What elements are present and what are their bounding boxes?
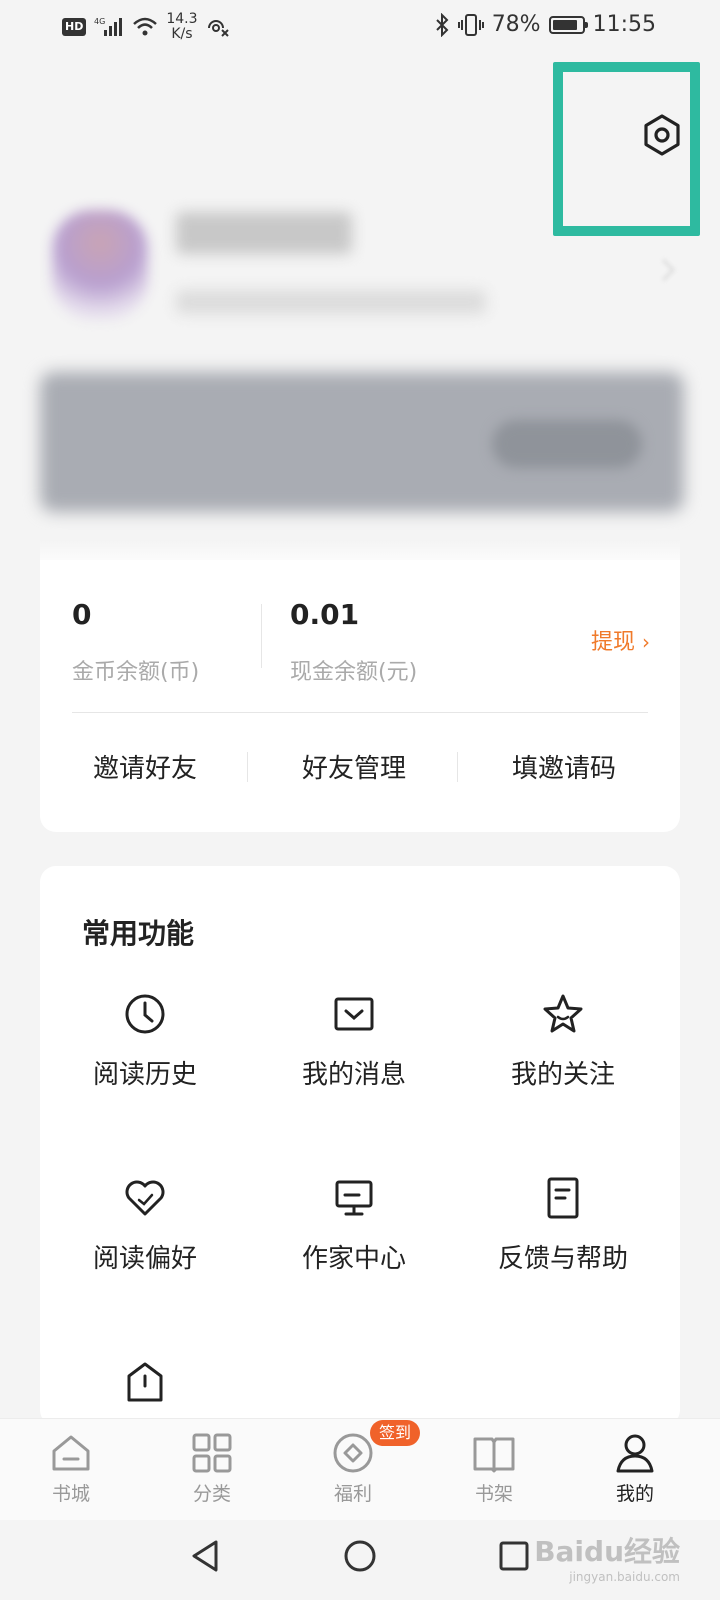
- home-icon: [52, 1435, 90, 1471]
- signal-icon: 4G: [94, 17, 123, 36]
- document-icon: [547, 1177, 579, 1219]
- section-title: 常用功能: [82, 917, 195, 950]
- author-center-item[interactable]: 作家中心: [249, 1176, 459, 1286]
- reading-preferences-item[interactable]: 阅读偏好: [40, 1176, 250, 1286]
- tab-category-label: 分类: [192, 1483, 231, 1505]
- wallet-divider-horizontal: [72, 712, 648, 713]
- reading-history-label: 阅读历史: [92, 1060, 197, 1090]
- tab-mine[interactable]: 我的: [585, 1431, 685, 1506]
- book-icon: [473, 1437, 515, 1473]
- wifi-icon: [133, 17, 158, 36]
- action-separator: [247, 752, 248, 782]
- status-bar: HD 4G 14.3 K/s 78% 11:55: [0, 0, 720, 54]
- clock-time: 11:55: [592, 12, 656, 37]
- coins-label: 金币余额(币): [72, 660, 200, 685]
- common-functions-card: 常用功能 阅读历史 我的消息 我的关注 阅读偏好 作家中心 反馈与帮助: [40, 866, 680, 1426]
- tab-bookshelf-label: 书架: [474, 1483, 513, 1505]
- tab-bookshelf[interactable]: 书架: [444, 1431, 544, 1506]
- grid-icon: [192, 1433, 232, 1473]
- bluetooth-icon: [435, 12, 449, 37]
- battery-icon: [548, 15, 588, 34]
- bottom-tab-bar: 书城 分类 福利 书架 我的: [0, 1418, 720, 1520]
- hotspot-icon: [207, 20, 229, 37]
- watermark-text: Baidu经验: [534, 1535, 680, 1568]
- reading-preferences-label: 阅读偏好: [92, 1244, 197, 1274]
- feedback-help-item[interactable]: 反馈与帮助: [458, 1176, 668, 1286]
- vip-banner-button-blurred[interactable]: [492, 420, 642, 468]
- my-messages-label: 我的消息: [301, 1060, 406, 1090]
- partial-function-item[interactable]: [40, 1360, 250, 1426]
- my-messages-item[interactable]: 我的消息: [249, 992, 459, 1102]
- wallet-card: 0 金币余额(币) 0.01 现金余额(元) 提现 › 邀请好友 好友管理 填邀…: [40, 560, 680, 832]
- person-icon: [616, 1434, 654, 1473]
- wallet-divider: [261, 604, 262, 668]
- speed-unit: K/s: [171, 26, 193, 42]
- hd-badge: HD: [62, 18, 87, 36]
- coin-icon: [333, 1433, 373, 1473]
- network-type: 4G: [94, 17, 105, 26]
- avatar[interactable]: [52, 210, 148, 320]
- speed-value: 14.3: [166, 11, 198, 27]
- cash-value: 0.01: [290, 598, 360, 631]
- message-icon: [334, 997, 374, 1031]
- feedback-help-label: 反馈与帮助: [497, 1244, 628, 1274]
- monitor-icon: [335, 1180, 373, 1216]
- vibrate-icon: [457, 13, 484, 36]
- withdraw-link[interactable]: 提现 ›: [591, 624, 650, 656]
- profile-chevron-icon[interactable]: [652, 258, 676, 282]
- tab-welfare-label: 福利: [333, 1483, 372, 1505]
- heart-check-icon: [125, 1180, 165, 1216]
- battery-percent: 78%: [491, 12, 541, 37]
- settings-icon[interactable]: [640, 113, 684, 157]
- friend-management-button[interactable]: 好友管理: [249, 748, 459, 785]
- shield-alert-icon: [127, 1362, 163, 1402]
- tab-mine-label: 我的: [615, 1483, 654, 1505]
- enter-invite-code-button[interactable]: 填邀请码: [459, 748, 669, 785]
- cash-label: 现金余额(元): [290, 660, 418, 685]
- star-icon: [543, 994, 583, 1033]
- status-left: HD 4G 14.3 K/s: [62, 12, 230, 42]
- action-separator: [457, 752, 458, 782]
- coins-value: 0: [72, 598, 92, 631]
- withdraw-label: 提现: [590, 630, 635, 655]
- my-follows-label: 我的关注: [510, 1060, 615, 1090]
- reading-history-item[interactable]: 阅读历史: [40, 992, 250, 1102]
- clock-icon: [125, 994, 165, 1034]
- home-nav-icon[interactable]: [342, 1538, 378, 1574]
- tab-bookstore[interactable]: 书城: [21, 1431, 121, 1506]
- chevron-right-icon: ›: [642, 630, 650, 654]
- user-subtitle-blurred: [176, 290, 486, 314]
- back-icon[interactable]: [188, 1538, 222, 1574]
- my-follows-item[interactable]: 我的关注: [458, 992, 668, 1102]
- watermark: Baidu经验 jingyan.baidu.com: [534, 1530, 680, 1584]
- network-speed: 14.3 K/s: [166, 12, 197, 42]
- sign-in-badge[interactable]: 签到: [370, 1420, 421, 1446]
- recents-icon[interactable]: [496, 1538, 532, 1574]
- author-center-label: 作家中心: [301, 1244, 406, 1274]
- tab-category[interactable]: 分类: [162, 1431, 262, 1506]
- status-right: 78% 11:55: [434, 12, 656, 37]
- username-blurred: [176, 212, 352, 254]
- tab-bookstore-label: 书城: [51, 1483, 90, 1505]
- watermark-sub: jingyan.baidu.com: [569, 1570, 680, 1584]
- invite-friends-button[interactable]: 邀请好友: [40, 748, 250, 785]
